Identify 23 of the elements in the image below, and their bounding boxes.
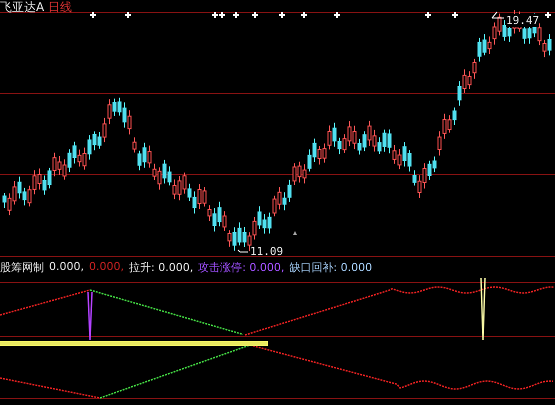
plus-icon xyxy=(334,12,340,18)
indicator-value: 0.000, xyxy=(49,260,84,275)
leader-line xyxy=(238,250,248,252)
plus-icon xyxy=(279,12,285,18)
plus-icon xyxy=(233,12,239,18)
indicator-value: 拉升: 0.000, xyxy=(129,260,194,275)
plus-icon xyxy=(125,12,131,18)
stock-name: 飞亚达A xyxy=(0,0,44,16)
price-label: 19.47 xyxy=(506,14,540,27)
plus-icon xyxy=(425,12,431,18)
period-label: 日线 xyxy=(48,0,72,16)
triangle-icon xyxy=(293,231,297,235)
indicator-value: 缺口回补: 0.000 xyxy=(289,260,372,275)
plus-icon xyxy=(545,12,551,18)
price-label: 11.09 xyxy=(250,245,284,258)
plus-icon xyxy=(90,12,96,18)
plus-icon xyxy=(452,12,458,18)
plus-icon xyxy=(301,12,307,18)
indicator-value: 攻击涨停: 0.000, xyxy=(198,260,284,275)
indicator-value: 0.000, xyxy=(89,260,124,275)
plus-icon xyxy=(252,12,258,18)
leader-line xyxy=(492,12,504,18)
indicator-name: 股筹网制 xyxy=(0,260,44,275)
